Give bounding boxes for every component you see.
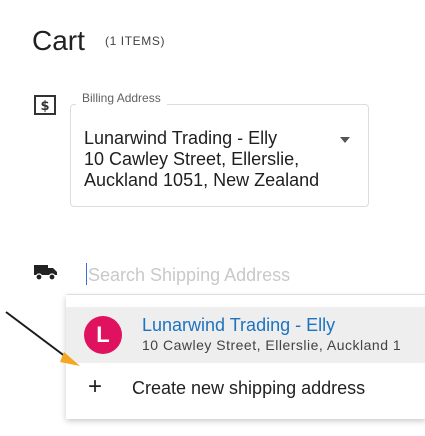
create-shipping-address-label: Create new shipping address <box>132 378 366 398</box>
avatar: L <box>84 316 122 354</box>
text-cursor <box>86 263 87 285</box>
truck-icon <box>34 265 57 281</box>
billing-address-line-3: Auckland 1051, New Zealand <box>84 170 320 190</box>
shipping-option-name: Lunarwind Trading - Elly <box>142 315 336 335</box>
billing-address-line-2: 10 Cawley Street, Ellerslie, <box>84 149 300 169</box>
cart-item-count: (1 ITEMS) <box>105 34 166 48</box>
shipping-search-input[interactable] <box>88 262 408 288</box>
shipping-address-dropdown: L Lunarwind Trading - Elly 10 Cawley Str… <box>66 295 425 419</box>
create-shipping-address-button[interactable]: + Create new shipping address <box>66 373 425 409</box>
shipping-option-address: 10 Cawley Street, Ellerslie, Auckland 1 <box>142 337 402 353</box>
plus-icon: + <box>88 373 103 400</box>
shipping-option-item[interactable]: L Lunarwind Trading - Elly 10 Cawley Str… <box>66 307 425 363</box>
billing-address-label: Billing Address <box>76 91 167 105</box>
dropdown-arrow-icon[interactable] <box>340 137 350 143</box>
svg-text:$: $ <box>40 99 49 114</box>
billing-receipt-icon: $ <box>34 95 56 115</box>
billing-address-line-1: Lunarwind Trading - Elly <box>84 128 278 148</box>
cart-title: Cart <box>32 25 85 56</box>
